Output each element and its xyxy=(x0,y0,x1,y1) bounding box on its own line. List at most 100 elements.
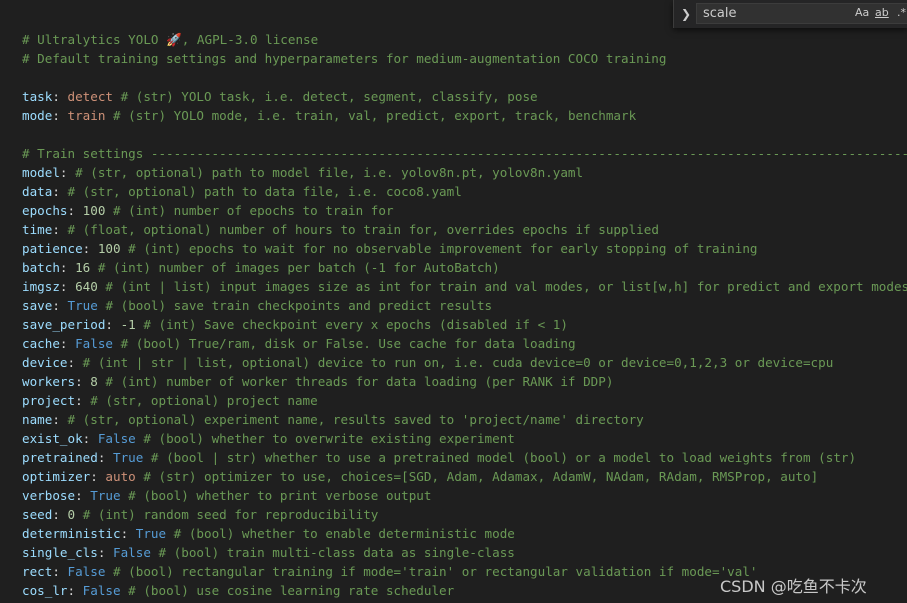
code-token-comment: # (bool | str) whether to use a pretrain… xyxy=(143,450,857,465)
code-token-comment: # (bool) rectangular training if mode='t… xyxy=(105,564,758,579)
code-token-comment: # (int | str | list, optional) device to… xyxy=(75,355,834,370)
code-token-punct: : xyxy=(52,298,68,313)
code-token-comment: # Ultralytics YOLO 🚀, AGPL-3.0 license xyxy=(22,32,319,47)
code-token-comment: # (str, optional) path to data file, i.e… xyxy=(59,184,462,199)
code-token-punct: : xyxy=(67,583,83,598)
code-line: mode: train # (str) YOLO mode, i.e. trai… xyxy=(22,106,636,125)
code-token-bool: True xyxy=(135,526,167,541)
code-token-comment: # (str, optional) experiment name, resul… xyxy=(59,412,644,427)
code-token-num: 640 xyxy=(75,279,98,294)
code-token-comment: # (bool) whether to enable deterministic… xyxy=(166,526,515,541)
code-token-punct: : xyxy=(52,507,68,522)
code-token-comment: # (str, optional) project name xyxy=(82,393,318,408)
code-token-key: workers xyxy=(22,374,76,389)
code-token-punct: : xyxy=(75,488,91,503)
code-token-num: 100 xyxy=(82,203,106,218)
code-line: patience: 100 # (int) epochs to wait for… xyxy=(22,239,758,258)
code-token-comment: # (float, optional) number of hours to t… xyxy=(59,222,659,237)
code-token-key: single_cls xyxy=(22,545,98,560)
code-line: device: # (int | str | list, optional) d… xyxy=(22,353,833,372)
code-token-bool: True xyxy=(67,298,98,313)
code-editor[interactable]: # Ultralytics YOLO 🚀, AGPL-3.0 license # … xyxy=(0,0,907,603)
code-line: task: detect # (str) YOLO task, i.e. det… xyxy=(22,87,538,106)
code-token-punct: : xyxy=(52,222,60,237)
code-token-punct: : xyxy=(52,564,68,579)
code-token-key: optimizer xyxy=(22,469,91,484)
code-token-comment: # (int | list) input images size as int … xyxy=(97,279,907,294)
code-token-key: verbose xyxy=(22,488,76,503)
code-line: epochs: 100 # (int) number of epochs to … xyxy=(22,201,394,220)
code-line: single_cls: False # (bool) train multi-c… xyxy=(22,543,515,562)
code-line: workers: 8 # (int) number of worker thre… xyxy=(22,372,613,391)
code-token-punct: : xyxy=(75,393,83,408)
match-case-button[interactable]: Aa xyxy=(855,6,869,19)
code-token-punct: : xyxy=(105,317,121,332)
code-line: # Default training settings and hyperpar… xyxy=(22,49,666,68)
code-token-comment: # (str) YOLO mode, i.e. train, val, pred… xyxy=(105,108,637,123)
code-token-num: 8 xyxy=(90,374,98,389)
code-token-key: cache xyxy=(22,336,60,351)
code-token-punct: : xyxy=(52,108,68,123)
find-input[interactable]: scale Aa ab .* xyxy=(696,3,907,24)
code-token-key: project xyxy=(22,393,76,408)
code-token-comment: # (str, optional) path to model file, i.… xyxy=(67,165,584,180)
code-token-punct: : xyxy=(52,412,60,427)
code-token-comment: # (bool) use cosine learning rate schedu… xyxy=(120,583,455,598)
code-token-key: epochs xyxy=(22,203,68,218)
code-token-key: save xyxy=(22,298,53,313)
code-token-bool: False xyxy=(75,336,114,351)
code-line: seed: 0 # (int) random seed for reproduc… xyxy=(22,505,378,524)
code-token-punct: : xyxy=(59,279,76,294)
code-token-num: 16 xyxy=(75,260,91,275)
code-line: batch: 16 # (int) number of images per b… xyxy=(22,258,500,277)
code-token-comment: # (int) Save checkpoint every x epochs (… xyxy=(135,317,568,332)
code-token-punct: : xyxy=(59,165,68,180)
code-token-bool: True xyxy=(113,450,144,465)
code-token-comment: # (int) number of images per batch (-1 f… xyxy=(90,260,500,275)
code-line: name: # (str, optional) experiment name,… xyxy=(22,410,644,429)
code-line: rect: False # (bool) rectangular trainin… xyxy=(22,562,758,581)
code-token-num: -1 xyxy=(120,317,136,332)
code-token-bool: False xyxy=(113,545,151,560)
code-line: deterministic: True # (bool) whether to … xyxy=(22,524,515,543)
code-token-key: data xyxy=(22,184,53,199)
code-token-punct: : xyxy=(90,469,106,484)
match-whole-word-button[interactable]: ab xyxy=(875,6,889,19)
code-line: pretrained: True # (bool | str) whether … xyxy=(22,448,856,467)
code-token-comment: # (int) number of epochs to train for xyxy=(105,203,394,218)
use-regex-button[interactable]: .* xyxy=(897,6,906,19)
code-token-key: task xyxy=(22,89,53,104)
code-token-key: cos_lr xyxy=(22,583,68,598)
code-token-punct: : xyxy=(97,545,113,560)
code-token-key: device xyxy=(22,355,68,370)
code-line: cos_lr: False # (bool) use cosine learni… xyxy=(22,581,454,600)
code-line: project: # (str, optional) project name xyxy=(22,391,318,410)
code-token-punct: : xyxy=(82,431,98,446)
code-token-str: detect xyxy=(67,89,114,104)
code-token-key: mode xyxy=(22,108,53,123)
code-token-num: 100 xyxy=(97,241,121,256)
code-line: time: # (float, optional) number of hour… xyxy=(22,220,659,239)
code-token-key: batch xyxy=(22,260,60,275)
watermark: CSDN @吃鱼不卡次 xyxy=(720,577,867,596)
code-token-punct: : xyxy=(67,203,83,218)
code-token-punct: : xyxy=(120,526,136,541)
code-line: imgsz: 640 # (int | list) input images s… xyxy=(22,277,907,296)
code-token-comment: # (bool) whether to overwrite existing e… xyxy=(135,431,515,446)
code-token-bool: False xyxy=(67,564,106,579)
code-token-comment: # Train settings -----------------------… xyxy=(22,146,907,161)
code-token-comment: # (bool) whether to print verbose output xyxy=(120,488,432,503)
code-token-comment: # (bool) save train checkpoints and pred… xyxy=(97,298,493,313)
code-token-comment: # (str) optimizer to use, choices=[SGD, … xyxy=(135,469,819,484)
code-token-key: patience xyxy=(22,241,83,256)
code-token-punct: : xyxy=(82,241,98,256)
code-token-key: deterministic xyxy=(22,526,121,541)
code-token-punct: : xyxy=(59,336,76,351)
chevron-right-icon[interactable]: ❯ xyxy=(678,5,694,23)
code-line: save_period: -1 # (int) Save checkpoint … xyxy=(22,315,568,334)
code-token-comment: # (int) random seed for reproducibility xyxy=(75,507,379,522)
code-token-key: seed xyxy=(22,507,53,522)
code-token-key: name xyxy=(22,412,53,427)
code-token-bool: True xyxy=(90,488,121,503)
code-token-key: rect xyxy=(22,564,53,579)
